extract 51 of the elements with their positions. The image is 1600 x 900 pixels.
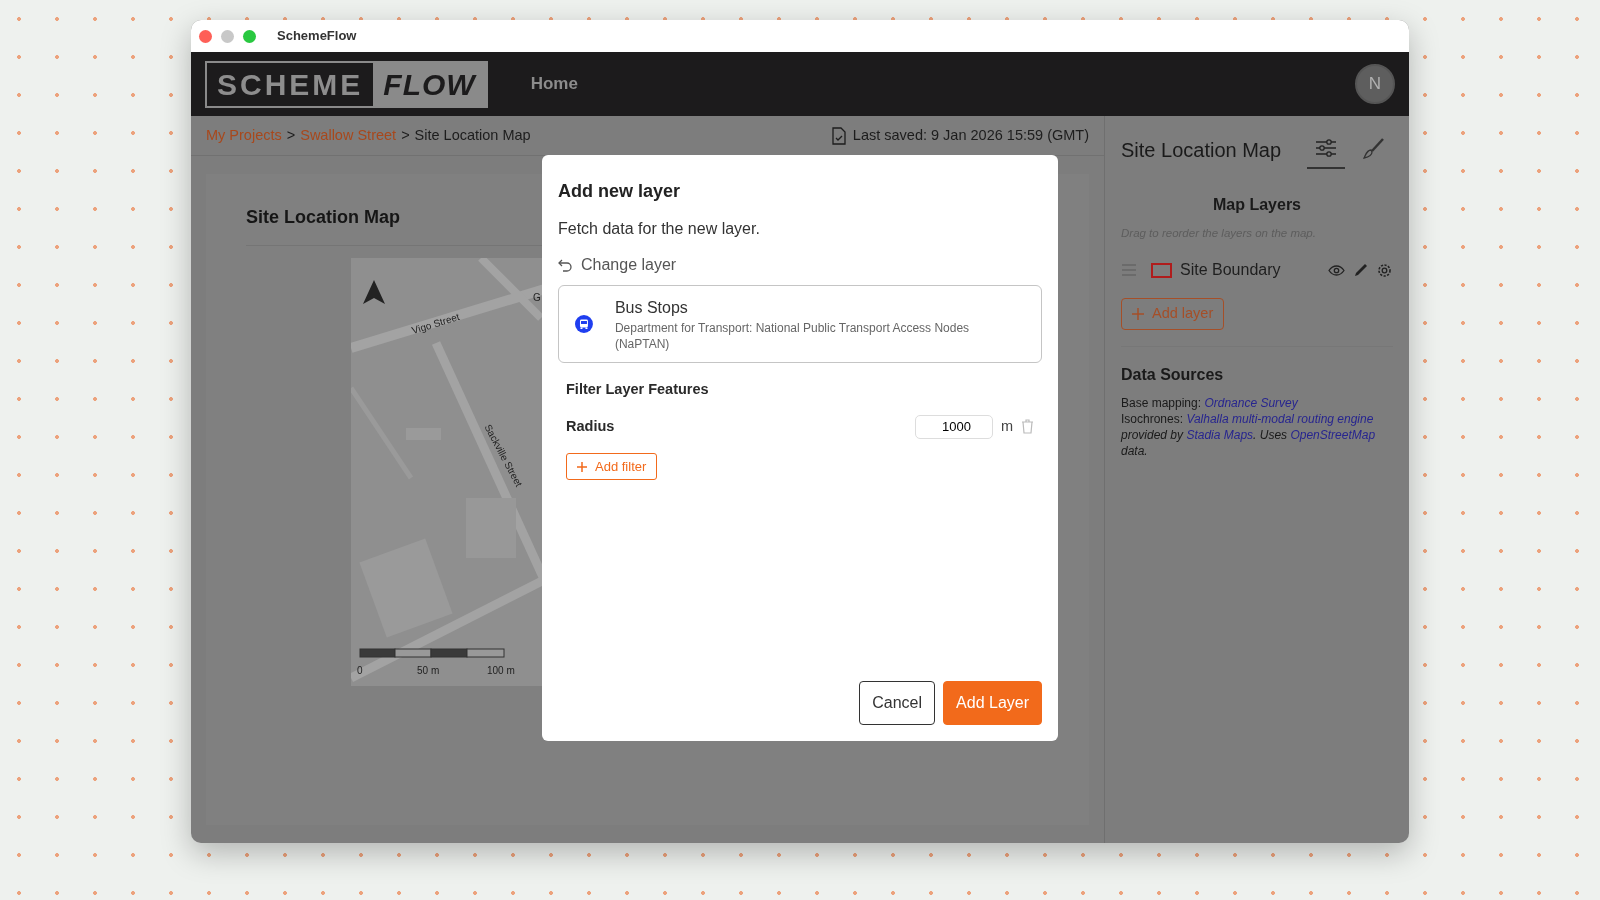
plus-icon [1132, 308, 1144, 321]
add-layer-button[interactable]: Add Layer [943, 681, 1042, 725]
layer-title: Bus Stops [614, 298, 689, 318]
trash-icon[interactable] [1021, 419, 1034, 435]
data-sources-text: Base mapping: Ordnance Survey Isochrones: Valhalla multi-modal routing engine provided by Stadia Maps. Uses OpenStreetMap data. [1121, 395, 1377, 459]
layer-name: Site Boundary [1180, 260, 1281, 281]
panel-title: Site Location Map [1121, 138, 1282, 163]
dialog-title: Add new layer [558, 180, 682, 203]
brush-icon [1363, 138, 1385, 159]
section-heading: Filter Layer Features [566, 380, 710, 399]
eye-icon[interactable] [1328, 264, 1345, 276]
north-arrow-icon [363, 280, 385, 304]
close-button[interactable] [199, 29, 212, 43]
zoom-button[interactable] [243, 29, 256, 43]
unit-label: m [1000, 416, 1013, 436]
pencil-icon[interactable] [1353, 262, 1368, 278]
nav-link[interactable]: Home [530, 71, 578, 97]
cancel-button[interactable]: Cancel [859, 681, 936, 725]
minimize-button[interactable] [221, 29, 234, 43]
number-field[interactable]: 1000 [914, 414, 993, 439]
source-link[interactable]: Ordnance Survey [1204, 396, 1298, 410]
source-link[interactable]: Valhalla multi-modal routing engine [1186, 412, 1374, 426]
avatar[interactable]: N [1355, 64, 1395, 104]
breadcrumb-separator: > [401, 125, 410, 145]
layer-card[interactable]: Bus Stops Department for Transport: National Public Transport Access Nodes (NaPTAN) [558, 285, 1042, 363]
dialog-subtitle: Fetch data for the new layer. [558, 219, 761, 239]
bus-icon [575, 315, 593, 333]
breadcrumb-separator: > [286, 125, 296, 145]
add-filter-button[interactable]: Add filter [566, 452, 658, 481]
logo-text: FLOW [373, 62, 486, 106]
street-label: G [533, 291, 541, 305]
undo-icon [558, 258, 572, 272]
plus-icon [577, 461, 587, 472]
settings-icon[interactable] [1376, 261, 1393, 279]
source-link[interactable]: OpenStreetMap [1290, 428, 1376, 442]
scale-label: 50 m [417, 664, 440, 678]
breadcrumb-current: Site Location Map [414, 125, 531, 145]
sliders-icon [1315, 138, 1337, 159]
filter-label: Radius [566, 416, 615, 436]
section-heading: Map Layers [1211, 195, 1302, 215]
scale-label: 0 [357, 664, 363, 678]
document-check-icon [831, 126, 846, 145]
section-heading: Data Sources [1121, 365, 1225, 385]
logo-text: SCHEME [216, 66, 365, 103]
rectangle-icon [1151, 262, 1172, 278]
window-title: SchemeFlow [277, 27, 357, 46]
last-saved-text: Last saved: 9 Jan 2026 15:59 (GMT) [852, 125, 1089, 145]
change-layer-link[interactable]: Change layer [558, 253, 677, 277]
scale-label: 100 m [487, 664, 515, 678]
street-label: Vigo Street [409, 310, 462, 338]
layer-description: Department for Transport: National Public Transport Access Nodes (NaPTAN) [614, 320, 971, 352]
